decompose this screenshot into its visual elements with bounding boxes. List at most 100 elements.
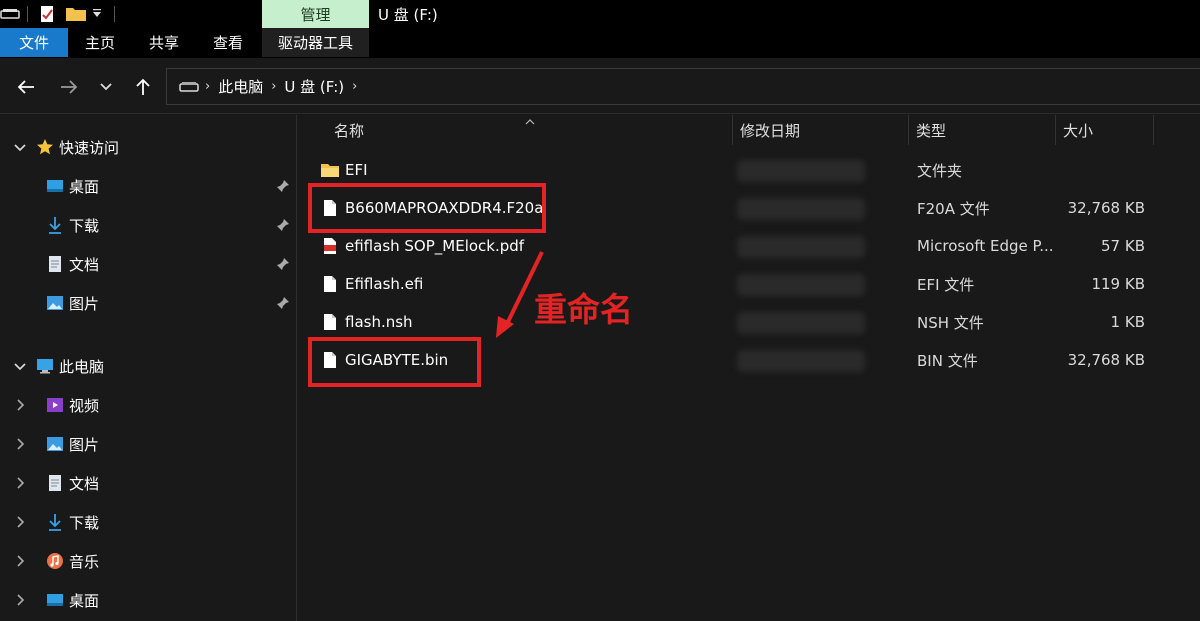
file-type: NSH 文件 (917, 313, 984, 332)
drive-icon[interactable] (0, 4, 20, 24)
address-bar[interactable]: › 此电脑 › U 盘 (F:) › (166, 68, 1200, 105)
navigation-pane: 快速访问 桌面 下载 文档 图片 此电脑 视频 图片 文档 下载 音乐 桌面 (0, 115, 296, 621)
pin-icon[interactable] (276, 179, 290, 193)
modified-date-redacted (737, 350, 865, 372)
sidebar-item-documents[interactable]: 文档 (46, 468, 99, 498)
file-type: BIN 文件 (917, 351, 978, 370)
highlight-box-target-file (308, 337, 481, 387)
sidebar-item-downloads[interactable]: 下载 (46, 507, 99, 537)
column-separator[interactable] (1153, 115, 1154, 145)
window-title: U 盘 (F:) (378, 6, 438, 24)
expand-chevron-right-icon[interactable] (13, 515, 27, 529)
document-icon (46, 474, 64, 492)
column-separator[interactable] (908, 115, 909, 145)
properties-icon[interactable] (38, 4, 56, 24)
sidebar-item-desktop[interactable]: 桌面 (46, 171, 99, 201)
breadcrumb-this-pc[interactable]: 此电脑 (218, 76, 263, 97)
desktop-icon (46, 177, 64, 195)
tab-share[interactable]: 共享 (136, 28, 192, 57)
tab-view[interactable]: 查看 (200, 28, 256, 57)
column-label: 类型 (916, 121, 947, 140)
file-icon (323, 265, 337, 303)
breadcrumb-chevron-icon[interactable]: › (205, 79, 210, 94)
column-header-modified[interactable]: 修改日期 (740, 115, 908, 145)
expand-chevron-right-icon[interactable] (13, 398, 27, 412)
file-size: 32,768 KB (1067, 351, 1145, 369)
column-header-size[interactable]: 大小 (1063, 115, 1153, 145)
column-separator[interactable] (1055, 115, 1056, 145)
breadcrumb-chevron-icon[interactable]: › (352, 79, 357, 94)
file-row[interactable]: Efiflash.efi EFI 文件 119 KB (297, 265, 1200, 303)
pin-icon[interactable] (276, 218, 290, 232)
ribbon-tabs: 文件 主页 共享 查看 驱动器工具 (0, 28, 1200, 58)
modified-date-redacted (737, 160, 865, 182)
sidebar-item-label: 文档 (69, 474, 100, 493)
file-row[interactable]: flash.nsh NSH 文件 1 KB (297, 303, 1200, 341)
pin-icon[interactable] (276, 257, 290, 271)
download-arrow-icon (46, 513, 64, 531)
forward-icon[interactable] (57, 75, 81, 99)
download-arrow-icon (46, 216, 64, 234)
highlight-box-source-file (308, 183, 546, 233)
file-type: EFI 文件 (917, 275, 975, 294)
sidebar-item-pictures[interactable]: 图片 (46, 288, 99, 318)
back-icon[interactable] (14, 75, 38, 99)
new-folder-icon[interactable] (65, 4, 87, 24)
file-icon (323, 303, 337, 341)
expand-chevron-right-icon[interactable] (13, 554, 27, 568)
sort-ascending-icon (524, 112, 536, 130)
file-size: 32,768 KB (1067, 199, 1145, 217)
sidebar-item-label: 下载 (69, 513, 100, 532)
tab-drive-tools[interactable]: 驱动器工具 (262, 28, 369, 57)
sidebar-item-label: 此电脑 (59, 357, 105, 376)
sidebar-item-label: 桌面 (69, 591, 100, 610)
expand-chevron-right-icon[interactable] (13, 476, 27, 490)
column-label: 名称 (334, 121, 365, 140)
sidebar-item-label: 文档 (69, 255, 100, 274)
sidebar-item-documents[interactable]: 文档 (46, 249, 99, 279)
expand-chevron-down-icon[interactable] (13, 359, 27, 373)
sidebar-item-downloads[interactable]: 下载 (46, 210, 99, 240)
drive-small-icon (179, 81, 199, 93)
sidebar-item-this-pc[interactable]: 此电脑 (36, 351, 104, 381)
expand-chevron-down-icon[interactable] (13, 140, 27, 154)
column-header-type[interactable]: 类型 (916, 115, 1054, 145)
breadcrumb-chevron-icon[interactable]: › (271, 79, 276, 94)
up-icon[interactable] (131, 75, 155, 99)
customize-dropdown-icon[interactable] (92, 4, 102, 24)
navigation-bar: › 此电脑 › U 盘 (F:) › (0, 58, 1200, 114)
modified-date-redacted (737, 198, 865, 220)
file-size (1057, 151, 1145, 189)
sidebar-item-label: 图片 (69, 435, 100, 454)
sidebar-item-videos[interactable]: 视频 (46, 390, 99, 420)
file-type: F20A 文件 (917, 199, 990, 218)
column-separator[interactable] (732, 115, 733, 145)
expand-chevron-right-icon[interactable] (13, 437, 27, 451)
expand-chevron-right-icon[interactable] (13, 593, 27, 607)
rename-annotation-label: 重命名 (534, 290, 633, 329)
quick-access-separator (27, 6, 28, 22)
sidebar-item-pictures[interactable]: 图片 (46, 429, 99, 459)
music-icon (46, 552, 64, 570)
modified-date-redacted (737, 236, 865, 258)
manage-context-tab[interactable]: 管理 (262, 0, 369, 28)
file-size: 1 KB (1110, 313, 1145, 331)
recent-locations-chevron-down-icon[interactable] (94, 75, 118, 99)
desktop-icon (46, 591, 64, 609)
file-name: Efiflash.efi (345, 275, 424, 293)
breadcrumb-usb-drive[interactable]: U 盘 (F:) (284, 76, 344, 97)
star-icon (36, 138, 54, 156)
sidebar-item-label: 桌面 (69, 177, 100, 196)
video-icon (46, 396, 64, 414)
sidebar-item-desktop[interactable]: 桌面 (46, 585, 99, 615)
sidebar-item-label: 视频 (69, 396, 100, 415)
file-size: 119 KB (1091, 275, 1145, 293)
sidebar-item-label: 音乐 (69, 552, 100, 571)
picture-icon (46, 294, 64, 312)
tab-file[interactable]: 文件 (0, 28, 68, 57)
sidebar-item-quick-access[interactable]: 快速访问 (36, 132, 119, 162)
tab-home[interactable]: 主页 (72, 28, 128, 57)
sidebar-item-music[interactable]: 音乐 (46, 546, 99, 576)
sidebar-item-label: 快速访问 (59, 138, 120, 157)
pin-icon[interactable] (276, 296, 290, 310)
